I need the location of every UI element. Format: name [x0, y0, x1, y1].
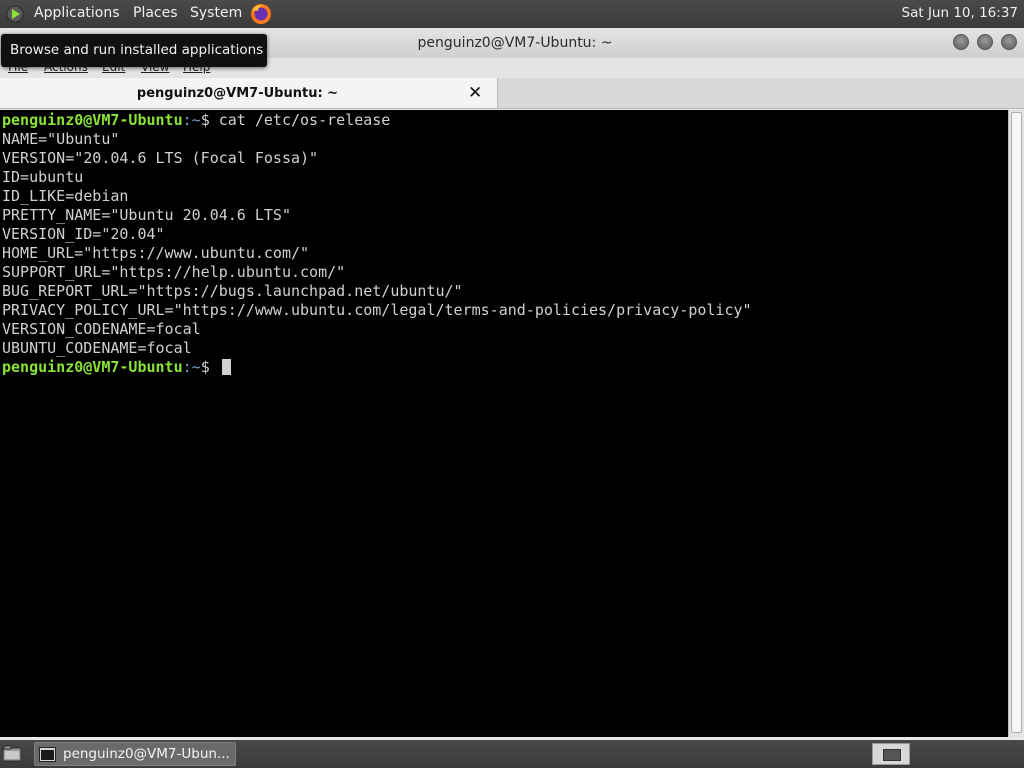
scrollbar[interactable]	[1008, 110, 1024, 737]
prompt-user: penguinz0@VM7-Ubuntu	[2, 111, 183, 129]
places-menu[interactable]: Places	[133, 5, 178, 21]
firefox-icon[interactable]	[249, 2, 273, 26]
terminal-content: penguinz0@VM7-Ubuntu:~$ cat /etc/os-rele…	[2, 111, 752, 377]
output-line: UBUNTU_CODENAME=focal	[2, 339, 192, 357]
prompt-path: :~	[182, 358, 201, 376]
output-line: VERSION_ID="20.04"	[2, 225, 165, 243]
output-line: NAME="Ubuntu"	[2, 130, 120, 148]
output-line: SUPPORT_URL="https://help.ubuntu.com/"	[2, 263, 346, 281]
output-line: PRETTY_NAME="Ubuntu 20.04.6 LTS"	[2, 206, 291, 224]
prompt-symbol: $	[200, 358, 219, 376]
maximize-button[interactable]	[977, 34, 993, 50]
output-line: VERSION="20.04.6 LTS (Focal Fossa)"	[2, 149, 319, 167]
close-icon[interactable]: ✕	[468, 83, 482, 103]
run-icon[interactable]	[6, 5, 24, 23]
system-menu[interactable]: System	[190, 5, 242, 21]
top-panel: Applications Places System Sat Jun 10, 1…	[0, 0, 1024, 28]
tab-label: penguinz0@VM7-Ubuntu: ~	[136, 86, 339, 101]
output-line: VERSION_CODENAME=focal	[2, 320, 201, 338]
close-button[interactable]	[1001, 34, 1017, 50]
scrollbar-thumb[interactable]	[1011, 112, 1022, 733]
terminal-window-icon	[39, 747, 56, 762]
bottom-panel: penguinz0@VM7-Ubun...	[0, 740, 1024, 768]
workspace-window-preview	[883, 749, 901, 761]
taskbar-item-terminal[interactable]: penguinz0@VM7-Ubun...	[34, 742, 236, 766]
prompt-user: penguinz0@VM7-Ubuntu	[2, 358, 183, 376]
output-line: ID=ubuntu	[2, 168, 84, 186]
output-line: BUG_REPORT_URL="https://bugs.launchpad.n…	[2, 282, 463, 300]
prompt-line: penguinz0@VM7-Ubuntu:~$	[2, 358, 752, 377]
clock[interactable]: Sat Jun 10, 16:37	[902, 5, 1018, 21]
terminal-window: penguinz0@VM7-Ubuntu: ~ File Actions Edi…	[0, 28, 1024, 740]
command-text: cat /etc/os-release	[218, 111, 391, 129]
applications-tooltip: Browse and run installed applications	[1, 34, 267, 67]
tab-terminal[interactable]: penguinz0@VM7-Ubuntu: ~ ✕	[0, 78, 498, 108]
prompt-path: :~	[182, 111, 201, 129]
prompt-symbol: $	[200, 111, 219, 129]
output-line: ID_LIKE=debian	[2, 187, 129, 205]
text-cursor	[221, 359, 231, 375]
output-line: PRIVACY_POLICY_URL="https://www.ubuntu.c…	[2, 301, 752, 319]
show-desktop-icon[interactable]	[2, 745, 22, 763]
applications-menu[interactable]: Applications	[34, 5, 120, 21]
minimize-button[interactable]	[953, 34, 969, 50]
tab-bar: penguinz0@VM7-Ubuntu: ~ ✕	[0, 78, 1024, 109]
workspace-switcher-icon[interactable]	[872, 743, 910, 765]
command-line: penguinz0@VM7-Ubuntu:~$ cat /etc/os-rele…	[2, 111, 752, 130]
output-line: HOME_URL="https://www.ubuntu.com/"	[2, 244, 310, 262]
terminal-area[interactable]: penguinz0@VM7-Ubuntu:~$ cat /etc/os-rele…	[0, 110, 1008, 737]
taskbar-item-label: penguinz0@VM7-Ubun...	[63, 746, 230, 762]
